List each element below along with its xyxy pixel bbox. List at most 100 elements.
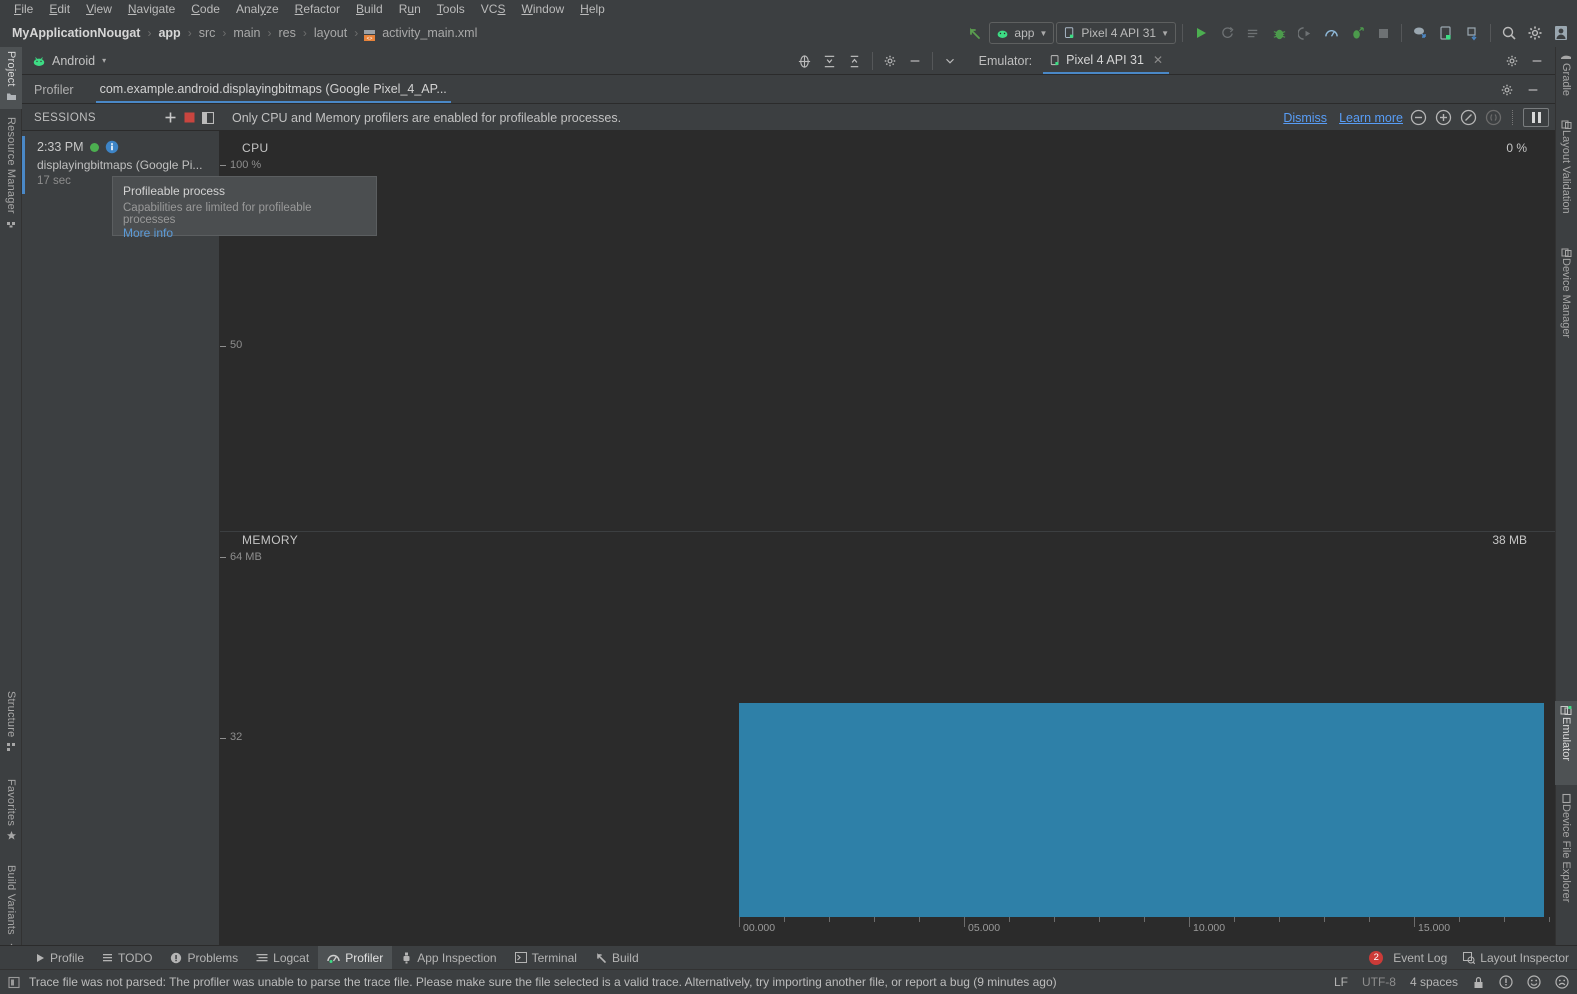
breadcrumb-layout[interactable]: layout bbox=[312, 26, 349, 40]
tab-emulator-pixel4[interactable]: Pixel 4 API 31 ✕ bbox=[1043, 48, 1169, 74]
sidebar-item-layout-validation[interactable]: Layout Validation bbox=[1555, 115, 1577, 237]
device-selector-label: Pixel 4 API 31 bbox=[1081, 26, 1157, 40]
tab-profile[interactable]: Profile bbox=[26, 946, 93, 970]
menu-item-run[interactable]: Run bbox=[391, 0, 429, 19]
menu-item-vcs[interactable]: VCS bbox=[473, 0, 514, 19]
dismiss-link[interactable]: Dismiss bbox=[1283, 111, 1327, 125]
tab-event-log[interactable]: 2 Event Log bbox=[1369, 946, 1447, 970]
avd-manager-icon[interactable] bbox=[1434, 21, 1458, 45]
menu-item-navigate[interactable]: Navigate bbox=[120, 0, 183, 19]
app-inspection-icon bbox=[401, 952, 412, 964]
sidebar-item-device-file-explorer[interactable]: Device File Explorer bbox=[1555, 789, 1577, 927]
breadcrumb-separator: › bbox=[147, 26, 152, 40]
reset-zoom-icon[interactable] bbox=[1460, 109, 1477, 126]
breadcrumb-res[interactable]: res bbox=[276, 26, 297, 40]
gear-icon[interactable] bbox=[878, 49, 902, 73]
apply-changes-button[interactable] bbox=[1215, 21, 1239, 45]
menu-item-refactor[interactable]: Refactor bbox=[287, 0, 348, 19]
breadcrumb-main[interactable]: main bbox=[231, 26, 262, 40]
account-icon[interactable] bbox=[1549, 21, 1573, 45]
menu-item-window[interactable]: Window bbox=[513, 0, 572, 19]
minimize-icon[interactable] bbox=[1525, 49, 1549, 73]
gear-icon[interactable] bbox=[1523, 21, 1547, 45]
learn-more-link[interactable]: Learn more bbox=[1339, 111, 1403, 125]
device-explorer-icon[interactable] bbox=[1460, 21, 1484, 45]
tab-problems[interactable]: Problems bbox=[161, 946, 247, 970]
tab-profiler[interactable]: Profiler bbox=[318, 945, 393, 970]
gear-icon[interactable] bbox=[1500, 49, 1524, 73]
tab-app-inspection[interactable]: App Inspection bbox=[392, 946, 505, 970]
apply-code-changes-button[interactable] bbox=[1241, 21, 1265, 45]
collapse-all-icon[interactable] bbox=[843, 49, 867, 73]
zoom-in-icon[interactable] bbox=[1435, 109, 1452, 126]
device-selector[interactable]: Pixel 4 API 31 ▼ bbox=[1056, 22, 1176, 44]
breadcrumb-module[interactable]: app bbox=[156, 26, 182, 40]
memory-axis-label-32: 32 bbox=[230, 731, 243, 743]
timeline-ruler[interactable]: 00.000 05.000 10.000 15.000 bbox=[220, 917, 1555, 945]
run-button[interactable] bbox=[1189, 21, 1213, 45]
sdk-manager-icon[interactable] bbox=[1408, 21, 1432, 45]
encoding-indicator[interactable]: UTF-8 bbox=[1362, 975, 1396, 989]
stop-button[interactable] bbox=[1371, 21, 1395, 45]
menu-item-build[interactable]: Build bbox=[348, 0, 391, 19]
profiler-timeline-charts[interactable]: CPU 100 % 50 0 % MEMORY 64 MB 32 38 MB 0… bbox=[220, 131, 1555, 945]
tab-build[interactable]: Build bbox=[586, 946, 648, 970]
info-icon[interactable] bbox=[105, 140, 119, 154]
status-message[interactable]: Trace file was not parsed: The profiler … bbox=[29, 975, 1057, 989]
sidebar-item-structure[interactable]: Structure bbox=[0, 687, 22, 771]
smiley-happy-icon[interactable] bbox=[1527, 975, 1541, 989]
locate-icon[interactable] bbox=[793, 49, 817, 73]
breadcrumb-file[interactable]: activity_main.xml bbox=[380, 26, 479, 40]
gear-icon[interactable] bbox=[1495, 78, 1519, 102]
menu-item-file[interactable]: File bbox=[6, 0, 41, 19]
chevron-down-icon[interactable] bbox=[938, 49, 962, 73]
menu-item-edit[interactable]: Edit bbox=[41, 0, 78, 19]
profile-button[interactable] bbox=[1319, 21, 1343, 45]
menu-item-analyze[interactable]: Analyze bbox=[228, 0, 287, 19]
tab-layout-inspector[interactable]: Layout Inspector bbox=[1463, 946, 1569, 970]
minimize-icon[interactable] bbox=[1521, 78, 1545, 102]
attach-debugger-button[interactable] bbox=[1293, 21, 1317, 45]
device-file-explorer-icon bbox=[1561, 793, 1572, 804]
close-icon[interactable]: ✕ bbox=[1153, 53, 1163, 67]
debug-button[interactable] bbox=[1267, 21, 1291, 45]
cpu-monitor-title: CPU bbox=[242, 141, 269, 155]
minimize-icon[interactable] bbox=[903, 49, 927, 73]
smiley-sad-icon[interactable] bbox=[1555, 975, 1569, 989]
back-arrow-icon[interactable] bbox=[963, 21, 987, 45]
sidebar-item-gradle[interactable]: Gradle bbox=[1555, 47, 1577, 109]
menu-item-tools[interactable]: Tools bbox=[429, 0, 473, 19]
indent-indicator[interactable]: 4 spaces bbox=[1410, 975, 1458, 989]
profile-attach-button[interactable] bbox=[1345, 21, 1369, 45]
breadcrumb-project[interactable]: MyApplicationNougat bbox=[10, 26, 142, 40]
menu-item-view[interactable]: View bbox=[78, 0, 120, 19]
breadcrumb-src[interactable]: src bbox=[197, 26, 218, 40]
stop-record-icon[interactable] bbox=[184, 112, 195, 123]
collapse-panel-icon[interactable] bbox=[202, 111, 214, 124]
notification-icon[interactable] bbox=[8, 976, 21, 989]
module-selector[interactable]: app ▼ bbox=[989, 22, 1055, 44]
pause-button[interactable] bbox=[1523, 108, 1549, 127]
zoom-to-selection-icon[interactable] bbox=[1485, 109, 1502, 126]
chevron-down-icon[interactable]: ▾ bbox=[102, 56, 106, 65]
inspection-icon[interactable] bbox=[1499, 975, 1513, 989]
zoom-out-icon[interactable] bbox=[1410, 109, 1427, 126]
line-separator-indicator[interactable]: LF bbox=[1334, 975, 1348, 989]
menu-item-help[interactable]: Help bbox=[572, 0, 613, 19]
lock-icon[interactable] bbox=[1472, 976, 1485, 989]
sidebar-item-device-manager[interactable]: Device Manager bbox=[1555, 243, 1577, 363]
plus-icon[interactable] bbox=[164, 111, 177, 124]
tab-todo[interactable]: TODO bbox=[93, 946, 161, 970]
menu-item-code[interactable]: Code bbox=[183, 0, 228, 19]
sidebar-item-emulator[interactable]: Emulator bbox=[1555, 701, 1577, 785]
sidebar-item-project[interactable]: Project bbox=[0, 47, 22, 109]
timeline-minor-tick bbox=[1234, 917, 1235, 922]
tab-profiler-session[interactable]: com.example.android.displayingbitmaps (G… bbox=[95, 76, 451, 103]
tab-logcat[interactable]: Logcat bbox=[247, 946, 318, 970]
tooltip-more-info-link[interactable]: More info bbox=[123, 226, 173, 240]
tab-terminal[interactable]: Terminal bbox=[506, 946, 586, 970]
search-icon[interactable] bbox=[1497, 21, 1521, 45]
sidebar-item-resource-manager[interactable]: Resource Manager bbox=[0, 113, 22, 243]
expand-all-icon[interactable] bbox=[818, 49, 842, 73]
sidebar-item-favorites[interactable]: Favorites bbox=[0, 775, 22, 857]
